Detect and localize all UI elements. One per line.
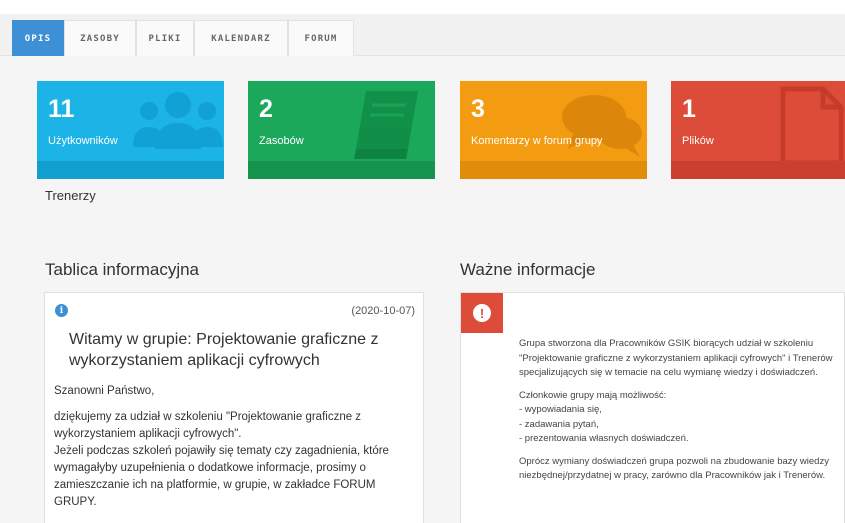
- comments-count: 3: [471, 95, 485, 123]
- tile-footer: [37, 161, 224, 179]
- important-list-intro: Członkowie grupy mają możliwość:: [519, 389, 667, 401]
- list-item: - wypowiadania się,: [519, 404, 602, 415]
- resources-label: Zasobów: [259, 135, 304, 147]
- post-paragraph: Jeżeli podczas szkoleń pojawiły się tema…: [54, 445, 389, 508]
- post-body: Szanowni Państwo, dziękujemy za udział w…: [54, 383, 414, 520]
- exclamation-icon: !: [461, 293, 503, 333]
- tab-pliki[interactable]: PLIKI: [136, 20, 194, 56]
- tile-footer: [671, 161, 845, 179]
- tab-kalendarz[interactable]: KALENDARZ: [194, 20, 288, 56]
- book-icon: [354, 91, 418, 159]
- tab-opis[interactable]: OPIS: [12, 20, 64, 56]
- important-paragraph: Oprócz wymiany doświadczeń grupa pozwoli…: [519, 455, 829, 482]
- stat-files-tile[interactable]: 1 Plików: [671, 81, 845, 179]
- list-item: - zadawania pytań,: [519, 418, 599, 430]
- post-paragraph: Szanowni Państwo,: [54, 385, 155, 397]
- info-icon: i: [55, 304, 68, 317]
- resources-count: 2: [259, 95, 273, 123]
- users-count: 11: [48, 95, 75, 123]
- important-heading: Ważne informacje: [460, 260, 596, 279]
- stat-resources-tile[interactable]: 2 Zasobów: [248, 81, 435, 179]
- comments-label: Komentarzy w forum grupy: [471, 135, 603, 147]
- tab-forum[interactable]: FORUM: [288, 20, 354, 56]
- users-icon: [133, 92, 223, 149]
- group-name: Trenerzy: [45, 188, 96, 203]
- files-label: Plików: [682, 135, 714, 147]
- important-panel: ! Grupa stworzona dla Pracowników GSIK b…: [460, 292, 845, 523]
- post-paragraph: dziękujemy za udział w szkoleniu "Projek…: [54, 411, 362, 440]
- users-label: Użytkowników: [48, 135, 118, 147]
- post-title[interactable]: Witamy w grupie: Projektowanie graficzne…: [69, 329, 409, 371]
- tile-footer: [248, 161, 435, 179]
- tile-footer: [460, 161, 647, 179]
- important-text: Grupa stworzona dla Pracowników GSIK bio…: [519, 337, 837, 492]
- top-bar: [0, 0, 845, 14]
- important-paragraph: Grupa stworzona dla Pracowników GSIK bio…: [519, 338, 833, 378]
- post-date: (2020-10-07): [351, 305, 415, 317]
- list-item: - prezentowania własnych doświadczeń.: [519, 433, 689, 444]
- stat-users-tile[interactable]: 11 Użytkowników: [37, 81, 224, 179]
- tab-zasoby[interactable]: ZASOBY: [64, 20, 136, 56]
- comments-icon: [562, 95, 642, 157]
- files-count: 1: [682, 95, 696, 123]
- board-post: i (2020-10-07) Witamy w grupie: Projekto…: [44, 292, 424, 523]
- board-heading: Tablica informacyjna: [45, 260, 200, 279]
- stat-comments-tile[interactable]: 3 Komentarzy w forum grupy: [460, 81, 647, 179]
- file-icon: [780, 86, 844, 165]
